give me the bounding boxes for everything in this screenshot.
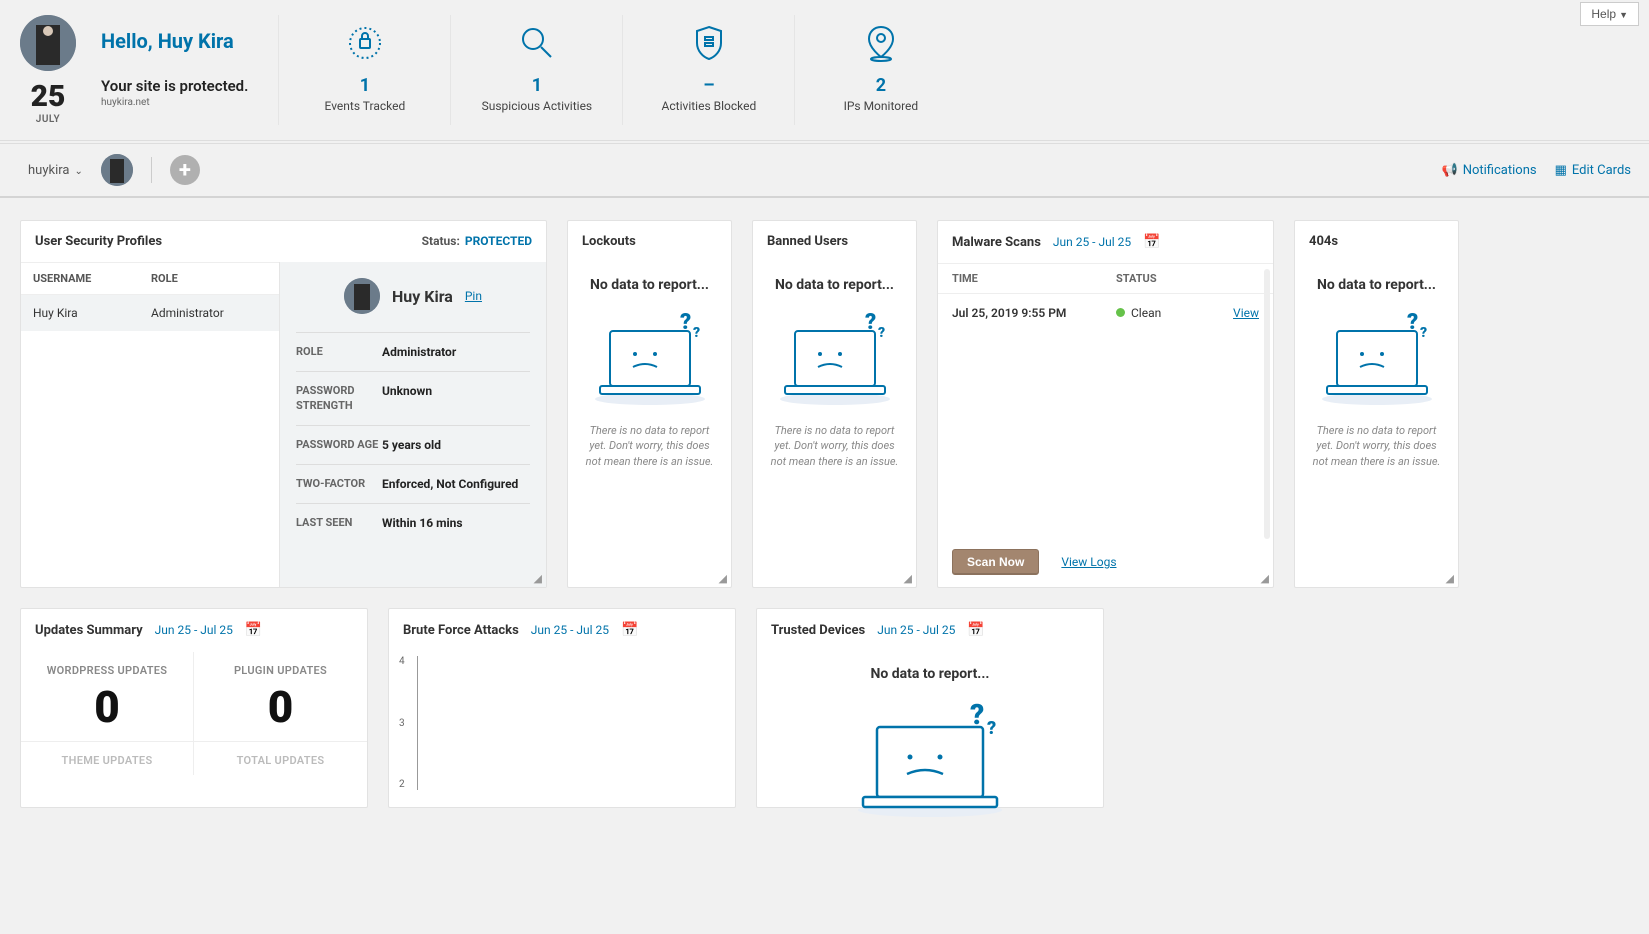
scan-now-button[interactable]: Scan Now: [952, 549, 1039, 575]
svg-text:?: ?: [1407, 310, 1418, 335]
svg-text:?: ?: [878, 325, 885, 341]
card-banned-users: Banned Users No data to report... ?? The…: [752, 220, 917, 588]
pin-link[interactable]: Pin: [465, 289, 482, 303]
date-range-link[interactable]: Jun 25 - Jul 25: [155, 623, 233, 637]
site-host: huykira.net: [101, 97, 248, 108]
notifications-link[interactable]: 📢 Notifications: [1442, 163, 1537, 178]
greeting: Hello, Huy Kira: [101, 29, 248, 53]
shield-icon: [623, 21, 794, 65]
calendar-icon[interactable]: 📅: [1143, 234, 1160, 250]
card-user-security-profiles: User Security Profiles Status:PROTECTED …: [20, 220, 547, 588]
resize-handle[interactable]: ◢: [1261, 572, 1269, 585]
resize-handle[interactable]: ◢: [534, 572, 542, 585]
card-lockouts: Lockouts No data to report... ?? There i…: [567, 220, 732, 588]
view-logs-link[interactable]: View Logs: [1061, 555, 1116, 569]
detail-avatar: [344, 278, 380, 314]
magnifier-icon: [451, 21, 622, 65]
calendar-icon[interactable]: 📅: [621, 622, 638, 638]
subheader: huykira⌄ + 📢 Notifications ▦ Edit Cards: [0, 143, 1649, 198]
card-404s: 404s No data to report... ?? There is no…: [1294, 220, 1459, 588]
brute-force-chart: 4 3 2: [417, 656, 719, 800]
calendar-icon[interactable]: 📅: [967, 622, 984, 638]
stat-activities-blocked: – Activities Blocked: [622, 15, 794, 125]
user-avatar: [20, 15, 76, 71]
svg-text:?: ?: [987, 718, 996, 739]
resize-handle[interactable]: ◢: [719, 572, 727, 585]
svg-text:?: ?: [1420, 325, 1427, 341]
scrollbar[interactable]: [1264, 269, 1270, 539]
edit-cards-link[interactable]: ▦ Edit Cards: [1555, 163, 1631, 178]
resize-handle[interactable]: ◢: [904, 572, 912, 585]
status-dot-clean: [1116, 308, 1125, 317]
svg-text:?: ?: [680, 310, 691, 335]
svg-text:?: ?: [970, 702, 984, 731]
calendar-icon[interactable]: 📅: [245, 622, 262, 638]
today-month: JULY: [20, 114, 76, 125]
view-scan-link[interactable]: View: [1233, 306, 1259, 320]
welcome-block: 25 JULY Hello, Huy Kira Your site is pro…: [20, 15, 278, 125]
location-pin-icon: [795, 21, 966, 65]
laptop-confused-icon: ??: [1312, 309, 1442, 409]
card-trusted-devices: Trusted Devices Jun 25 - Jul 25 📅 No dat…: [756, 608, 1104, 808]
laptop-confused-icon: ??: [845, 702, 1015, 822]
grid-icon: ▦: [1555, 163, 1567, 178]
bell-icon: 📢: [1442, 163, 1458, 178]
resize-handle[interactable]: ◢: [1446, 572, 1454, 585]
stat-ips-monitored: 2 IPs Monitored: [794, 15, 966, 125]
card-brute-force: Brute Force Attacks Jun 25 - Jul 25 📅 4 …: [388, 608, 736, 808]
svg-text:?: ?: [693, 325, 700, 341]
card-malware-scans: Malware Scans Jun 25 - Jul 25 📅 TIME STA…: [937, 220, 1274, 588]
top-header: 25 JULY Hello, Huy Kira Your site is pro…: [0, 0, 1649, 141]
stat-suspicious-activities: 1 Suspicious Activities: [450, 15, 622, 125]
protected-text: Your site is protected.: [101, 77, 248, 95]
date-range-link[interactable]: Jun 25 - Jul 25: [531, 623, 609, 637]
lock-radar-icon: [279, 21, 450, 65]
date-range-link[interactable]: Jun 25 - Jul 25: [877, 623, 955, 637]
laptop-confused-icon: ??: [585, 309, 715, 409]
divider: [151, 157, 152, 183]
add-button[interactable]: +: [170, 155, 200, 185]
today-day: 25: [20, 79, 76, 114]
svg-text:?: ?: [865, 310, 876, 335]
user-row[interactable]: Huy Kira Administrator: [21, 295, 279, 331]
scan-row: Jul 25, 2019 9:55 PM Clean View: [938, 294, 1273, 332]
site-dropdown[interactable]: huykira⌄: [28, 163, 83, 178]
stat-events-tracked: 1 Events Tracked: [278, 15, 450, 125]
laptop-confused-icon: ??: [770, 309, 900, 409]
help-button[interactable]: Help▼: [1580, 2, 1639, 26]
user-avatar-small[interactable]: [101, 154, 133, 186]
date-range-link[interactable]: Jun 25 - Jul 25: [1053, 235, 1131, 249]
card-updates-summary: Updates Summary Jun 25 - Jul 25 📅 WORDPR…: [20, 608, 368, 808]
